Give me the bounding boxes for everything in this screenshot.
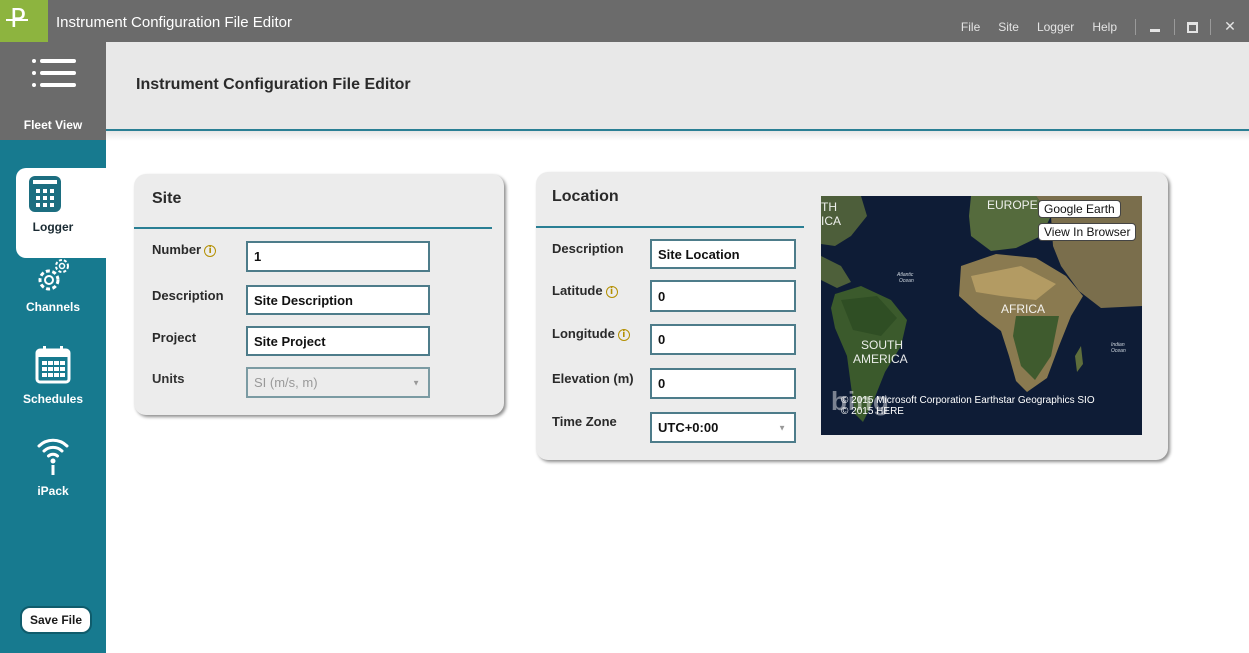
site-card-title: Site (152, 190, 182, 207)
app-title: Instrument Configuration File Editor (56, 14, 292, 31)
nav-item-label: Channels (25, 300, 80, 314)
location-card-title: Location (552, 188, 619, 205)
project-field[interactable]: Site Project (246, 326, 430, 356)
nav-item-channels[interactable]: Channels (0, 256, 106, 332)
chevron-down-icon: ▼ (778, 423, 786, 432)
timezone-select[interactable]: UTC+0:00 ▼ (650, 412, 796, 443)
map-credit: © 2015 Microsoft Corporation Earthstar G… (841, 395, 1095, 417)
longitude-label: Longitude i (552, 326, 630, 341)
timezone-select-value: UTC+0:00 (658, 420, 719, 435)
menu-site[interactable]: Site (998, 20, 1019, 34)
gears-icon (38, 259, 69, 291)
close-button[interactable]: ✕ (1223, 20, 1237, 34)
save-file-button[interactable]: Save File (20, 606, 92, 634)
list-icon (32, 56, 76, 96)
nav-item-schedules[interactable]: Schedules (0, 344, 106, 420)
left-nav: Logger Channels Schedules iPack (0, 140, 106, 653)
menu-separator (1174, 19, 1175, 35)
chevron-down-icon: ▼ (412, 378, 420, 387)
elevation-field[interactable]: 0 (650, 368, 796, 399)
map-label-north-america: TH (821, 200, 837, 214)
latitude-field[interactable]: 0 (650, 280, 796, 312)
site-card: Site Number i 1 Description Site Descript… (134, 174, 504, 415)
info-icon[interactable]: i (605, 286, 618, 298)
minimize-button[interactable] (1148, 20, 1162, 34)
card-divider (536, 226, 804, 228)
card-divider (134, 227, 492, 229)
map-label-indian: Ocean (1111, 348, 1126, 354)
location-description-field[interactable]: Site Location (650, 239, 796, 269)
title-bar: P Instrument Configuration File Editor F… (0, 0, 1249, 42)
number-label: Number i (152, 242, 217, 257)
nav-item-logger[interactable]: Logger (16, 168, 106, 258)
info-icon[interactable]: i (204, 245, 217, 257)
project-label: Project (152, 330, 197, 345)
fleet-view-label: Fleet View (23, 118, 83, 132)
menu-logger[interactable]: Logger (1037, 20, 1074, 34)
menu-bar: File Site Logger Help ✕ (961, 16, 1249, 38)
location-map[interactable]: Google Earth View In Browser EUROPE AFRI… (821, 196, 1142, 435)
site-description-field[interactable]: Site Description (246, 285, 430, 315)
nav-item-label: Logger (32, 220, 74, 234)
wifi-icon (37, 438, 69, 475)
location-description-label: Description (552, 241, 624, 256)
site-description-label: Description (152, 288, 224, 303)
google-earth-button[interactable]: Google Earth (1038, 200, 1121, 218)
menu-separator (1210, 19, 1211, 35)
timezone-label: Time Zone (552, 414, 617, 429)
units-select-value: SI (m/s, m) (254, 375, 318, 390)
menu-help[interactable]: Help (1092, 20, 1117, 34)
map-label-europe: EUROPE (987, 198, 1038, 212)
nav-item-label: Schedules (22, 392, 84, 406)
app-logo: P (0, 0, 48, 42)
map-label-north-america: ICA (821, 214, 842, 228)
menu-file[interactable]: File (961, 20, 980, 34)
maximize-button[interactable] (1187, 21, 1198, 33)
menu-separator (1135, 19, 1136, 35)
nav-item-label: iPack (37, 484, 69, 498)
longitude-field[interactable]: 0 (650, 324, 796, 355)
logger-icon (29, 176, 61, 212)
map-label-south-america: SOUTH (861, 338, 903, 352)
units-select: SI (m/s, m) ▼ (246, 367, 430, 398)
map-label-atlantic: Ocean (899, 278, 914, 284)
units-label: Units (152, 371, 185, 386)
elevation-label: Elevation (m) (552, 371, 634, 386)
page-header: Instrument Configuration File Editor (106, 42, 1249, 130)
map-label-africa: AFRICA (1001, 302, 1046, 316)
latitude-label: Latitude i (552, 283, 618, 298)
info-icon[interactable]: i (617, 329, 630, 341)
page-title: Instrument Configuration File Editor (136, 76, 411, 93)
fleet-view-button[interactable]: Fleet View (0, 42, 106, 140)
map-label-south-america: AMERICA (853, 352, 908, 366)
nav-item-ipack[interactable]: iPack (0, 432, 106, 508)
view-in-browser-button[interactable]: View In Browser (1038, 223, 1137, 241)
calendar-icon (35, 346, 71, 384)
number-field[interactable]: 1 (246, 241, 430, 272)
